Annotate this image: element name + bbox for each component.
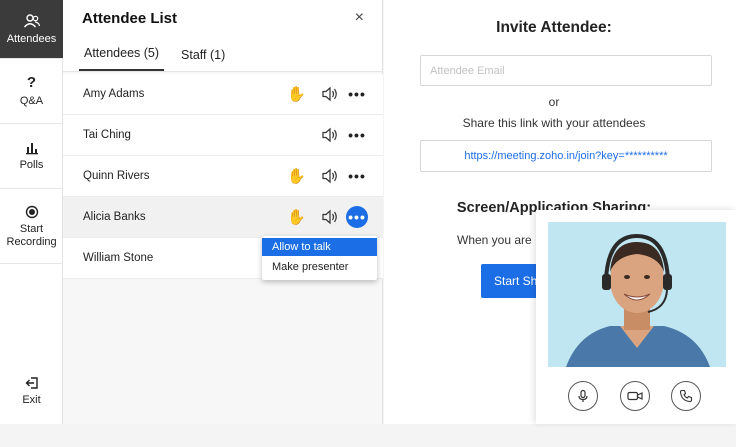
video-camera-icon xyxy=(627,391,643,401)
rail-attendees[interactable]: Attendees xyxy=(0,0,63,59)
attendee-row-amy-adams[interactable]: Amy Adams ✋ ••• xyxy=(63,74,383,115)
question-icon: ? xyxy=(26,74,37,91)
speaker-icon[interactable] xyxy=(321,86,339,102)
phone-icon xyxy=(679,389,693,403)
rail-polls[interactable]: Polls xyxy=(0,125,63,189)
speaker-icon[interactable] xyxy=(321,168,339,184)
more-options-icon[interactable]: ••• xyxy=(346,124,368,146)
rail-qa-label: Q&A xyxy=(19,95,44,107)
more-options-icon[interactable]: ••• xyxy=(346,165,368,187)
camera-button[interactable] xyxy=(620,381,650,411)
meeting-link[interactable]: https://meeting.zoho.in/join?key=*******… xyxy=(420,140,712,172)
more-options-icon[interactable]: ••• xyxy=(346,83,368,105)
attendee-name: Amy Adams xyxy=(83,88,145,100)
panel-title: Attendee List xyxy=(82,9,178,27)
rail-exit-label: Exit xyxy=(22,393,41,406)
presenter-video-image xyxy=(548,222,726,367)
rail-polls-label: Polls xyxy=(19,159,44,171)
microphone-icon xyxy=(578,389,588,402)
close-icon[interactable]: × xyxy=(355,9,364,27)
rail-start-recording[interactable]: Start Recording xyxy=(0,190,63,264)
attendee-row-tai-ching[interactable]: Tai Ching ••• xyxy=(63,115,383,156)
menu-make-presenter[interactable]: Make presenter xyxy=(262,258,377,276)
more-options-icon-active[interactable]: ••• xyxy=(346,206,368,228)
microphone-button[interactable] xyxy=(568,381,598,411)
rail-exit[interactable]: Exit xyxy=(0,366,63,416)
call-button[interactable] xyxy=(671,381,701,411)
raised-hand-icon: ✋ xyxy=(287,168,306,185)
video-feed xyxy=(548,222,726,367)
attendee-name: Tai Ching xyxy=(83,129,131,141)
raised-hand-icon: ✋ xyxy=(287,209,306,226)
attendee-row-quinn-rivers[interactable]: Quinn Rivers ✋ ••• xyxy=(63,156,383,197)
tab-staff[interactable]: Staff (1) xyxy=(176,48,230,71)
attendee-name: Alicia Banks xyxy=(83,211,146,223)
attendee-options-menu: Allow to talk Make presenter xyxy=(262,236,377,280)
panel-header: Attendee List × xyxy=(63,0,382,36)
bar-chart-icon xyxy=(25,143,38,155)
attendee-name: Quinn Rivers xyxy=(83,170,150,182)
bottom-strip xyxy=(0,424,736,447)
panel-tabs: Attendees (5) Staff (1) xyxy=(63,36,382,72)
exit-icon xyxy=(25,376,38,389)
record-icon xyxy=(25,205,38,218)
rail-attendees-label: Attendees xyxy=(6,32,57,45)
share-link-text: Share this link with your attendees xyxy=(462,116,646,130)
or-separator: or xyxy=(548,95,560,109)
rail-qa[interactable]: ? Q&A xyxy=(0,60,63,124)
screen-sharing-text: When you are xyxy=(457,233,532,247)
menu-allow-to-talk[interactable]: Allow to talk xyxy=(262,238,377,256)
attendee-row-alicia-banks[interactable]: Alicia Banks ✋ ••• xyxy=(63,197,383,238)
left-rail: Attendees ? Q&A Polls Start Recording Ex… xyxy=(0,0,63,424)
speaker-icon[interactable] xyxy=(321,127,339,143)
people-icon xyxy=(23,13,40,27)
invite-title: Invite Attendee: xyxy=(496,19,612,36)
attendee-email-input[interactable] xyxy=(420,55,712,86)
tab-attendees[interactable]: Attendees (5) xyxy=(79,46,165,71)
attendee-panel: Attendee List × Attendees (5) Staff (1) … xyxy=(63,0,383,424)
rail-start-recording-label: Start Recording xyxy=(6,222,57,248)
attendee-name: William Stone xyxy=(83,252,154,264)
video-preview-card xyxy=(536,210,736,424)
speaker-icon[interactable] xyxy=(321,209,339,225)
raised-hand-icon: ✋ xyxy=(287,86,306,103)
